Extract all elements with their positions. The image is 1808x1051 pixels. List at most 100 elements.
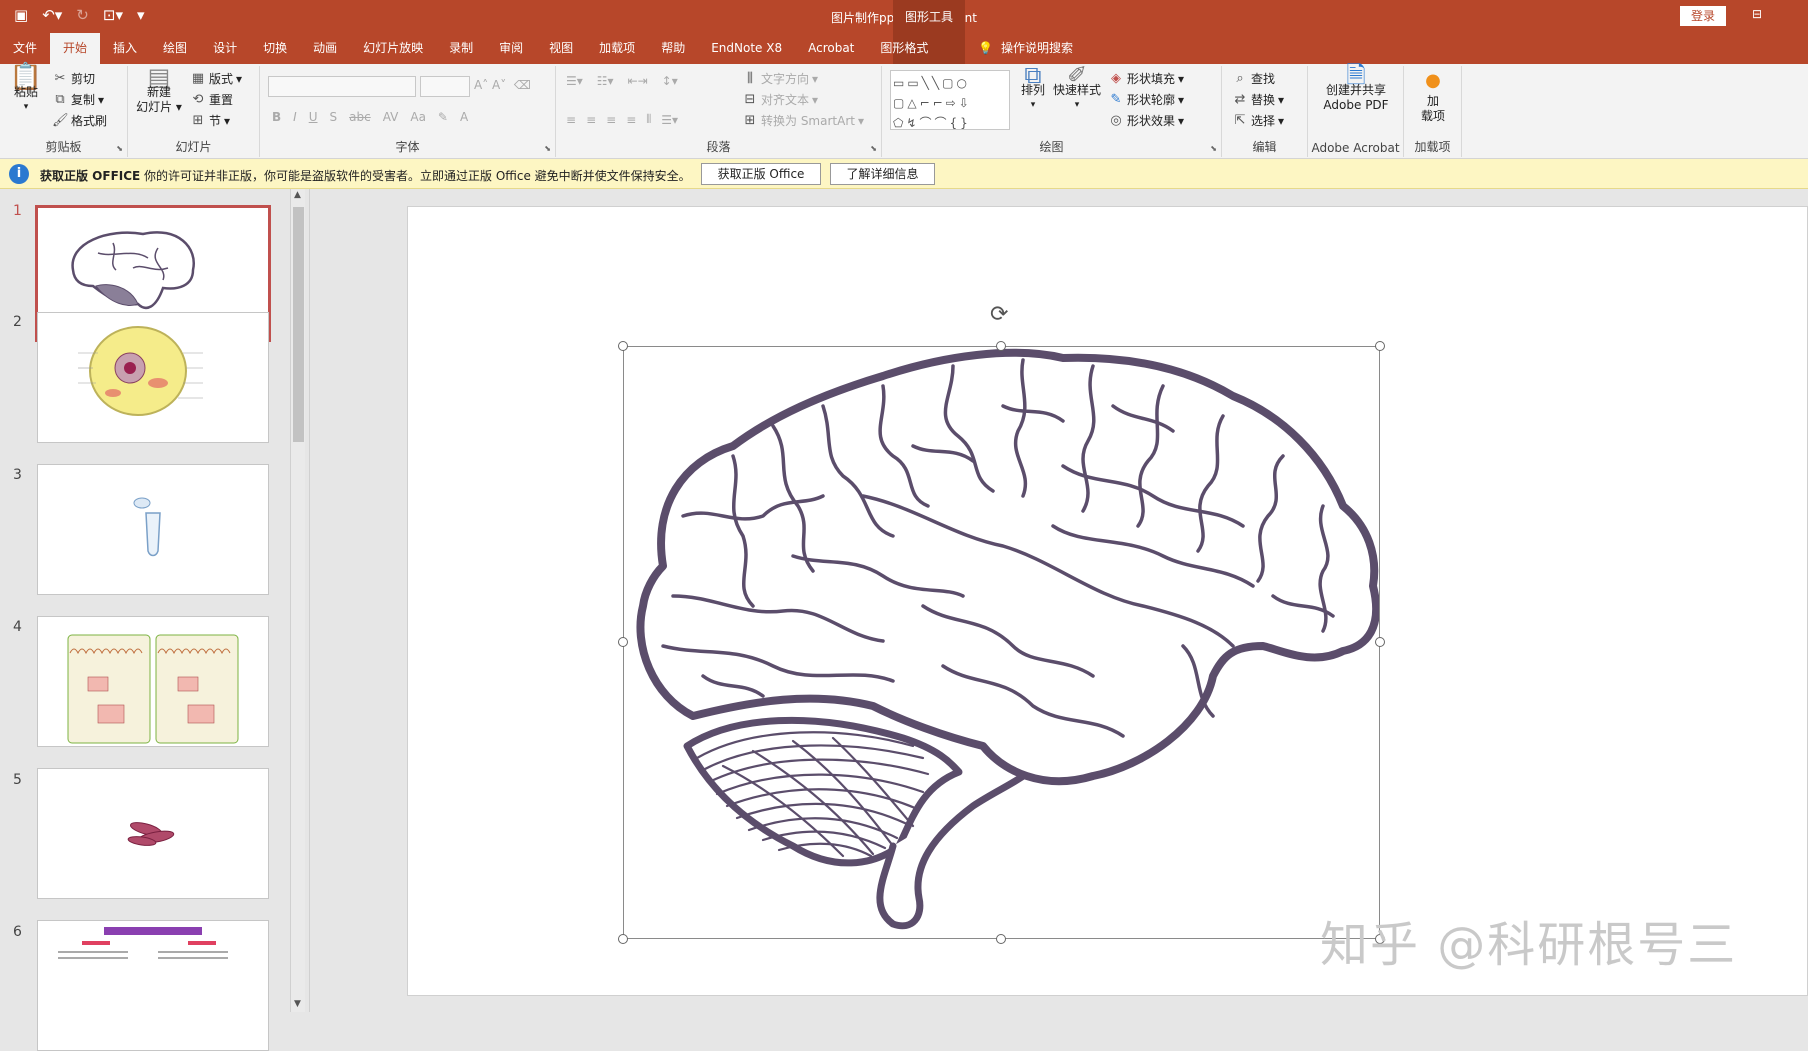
tab-15[interactable]: 图形格式 xyxy=(867,33,941,64)
slide-thumbnail-5[interactable] xyxy=(37,768,269,899)
font-name-combo[interactable] xyxy=(268,76,416,97)
align-text-button[interactable]: ⊟ 对齐文本 ▾ xyxy=(742,91,819,108)
text-direction-button[interactable]: ⫼ 文字方向 ▾ xyxy=(742,70,818,87)
bullets-icon[interactable]: ☰▾ xyxy=(566,74,583,88)
font-size-buttons[interactable]: A˄ A˅ ⌫ xyxy=(474,78,531,92)
rotate-handle-icon[interactable]: ⟳ xyxy=(990,302,1008,327)
learn-more-button[interactable]: 了解详细信息 xyxy=(830,163,935,185)
format-painter-button[interactable]: 🖌 格式刷 xyxy=(52,112,107,129)
tab-11[interactable]: 加载项 xyxy=(586,33,648,64)
slide-thumbnail-2[interactable] xyxy=(37,312,269,443)
resize-handle[interactable] xyxy=(996,341,1006,351)
watermark: 知乎 @科研根号三 xyxy=(1320,917,1738,973)
resize-handle[interactable] xyxy=(1375,341,1385,351)
addins-button[interactable]: ● 加 载项 xyxy=(1412,68,1454,124)
tab-4[interactable]: 设计 xyxy=(200,33,250,64)
tab-12[interactable]: 帮助 xyxy=(648,33,698,64)
shape-fill-button[interactable]: ◈ 形状填充 ▾ xyxy=(1108,70,1184,87)
slide-thumbnail-4[interactable] xyxy=(37,616,269,747)
copy-button[interactable]: ⧉ 复制 ▾ xyxy=(52,91,104,108)
justify-icon[interactable]: ≡ xyxy=(626,113,636,127)
clipboard-label: 剪贴板 xyxy=(45,140,82,154)
columns-icon[interactable]: ⫴ xyxy=(646,112,651,127)
shape-effects-button[interactable]: ◎ 形状效果 ▾ xyxy=(1108,112,1184,129)
resize-handle[interactable] xyxy=(996,934,1006,944)
font-size-combo[interactable] xyxy=(420,76,470,97)
tab-3[interactable]: 绘图 xyxy=(150,33,200,64)
smartart-button[interactable]: ⊞ 转换为 SmartArt ▾ xyxy=(742,112,864,129)
shadow-button[interactable]: S xyxy=(330,110,338,124)
tab-7[interactable]: 幻灯片放映 xyxy=(350,33,436,64)
shapes-gallery[interactable]: ▭▭╲╲▢○ ▢△⌐⌐⇨⇩ ⬠↯⌒⌒{} xyxy=(890,70,1010,130)
bold-button[interactable]: B xyxy=(272,110,281,124)
slide-number: 5 xyxy=(13,772,22,788)
quick-styles-button[interactable]: ✐ 快速样式 ▾ xyxy=(1052,63,1102,113)
scroll-up-icon[interactable]: ▲ xyxy=(294,190,301,200)
pane-divider[interactable] xyxy=(309,189,310,1012)
strike-button[interactable]: abc xyxy=(349,110,371,124)
thumbnail-scrollbar[interactable]: ▲ ▼ xyxy=(290,189,305,1012)
italic-button[interactable]: I xyxy=(293,110,297,124)
tab-5[interactable]: 切换 xyxy=(250,33,300,64)
scrollbar-thumb[interactable] xyxy=(293,207,304,442)
editing-group: ⌕ 查找 ⇄ 替换 ▾ ⇱ 选择 ▾ 编辑 xyxy=(1222,66,1308,157)
dialog-launcher-icon[interactable]: ⬊ xyxy=(544,144,551,153)
select-button[interactable]: ⇱ 选择 ▾ xyxy=(1232,112,1285,129)
slide-thumbnail-6[interactable] xyxy=(37,920,269,1051)
layout-button[interactable]: ▦ 版式 ▾ xyxy=(190,70,242,87)
resize-handle[interactable] xyxy=(1375,637,1385,647)
tab-9[interactable]: 审阅 xyxy=(486,33,536,64)
scroll-down-icon[interactable]: ▼ xyxy=(294,999,301,1009)
cut-button[interactable]: ✂ 剪切 xyxy=(52,70,95,87)
shape-outline-button[interactable]: ✎ 形状轮廓 ▾ xyxy=(1108,91,1185,108)
underline-button[interactable]: U xyxy=(309,110,318,124)
text-slide-thumbnail xyxy=(58,927,228,959)
brush-icon: 🖌 xyxy=(52,112,69,128)
addins-group: ● 加 载项 加载项 xyxy=(1404,66,1462,157)
login-button[interactable]: 登录 xyxy=(1680,6,1726,26)
spacing-button[interactable]: AV xyxy=(383,110,399,124)
resize-handle[interactable] xyxy=(618,341,628,351)
tab-6[interactable]: 动画 xyxy=(300,33,350,64)
resize-handle[interactable] xyxy=(618,637,628,647)
section-button[interactable]: ⊞ 节 ▾ xyxy=(190,112,231,129)
font-color-button[interactable]: A xyxy=(460,110,468,124)
clipboard-group: 📋 粘贴 ▾ ✂ 剪切 ⧉ 复制 ▾ 🖌 格式刷 剪贴板 ⬊ xyxy=(0,64,128,157)
slide-thumbnail-3[interactable] xyxy=(37,464,269,595)
columns-menu-icon[interactable]: ☰▾ xyxy=(661,113,678,127)
dialog-launcher-icon[interactable]: ⬊ xyxy=(116,144,123,153)
dialog-launcher-icon[interactable]: ⬊ xyxy=(870,144,877,153)
tab-2[interactable]: 插入 xyxy=(100,33,150,64)
tab-13[interactable]: EndNote X8 xyxy=(698,33,795,64)
get-genuine-button[interactable]: 获取正版 Office xyxy=(701,163,821,185)
create-pdf-button[interactable]: 🗎 创建并共享 Adobe PDF xyxy=(1312,63,1400,113)
ribbon-display-icon[interactable]: ⊟ xyxy=(1752,7,1762,21)
dialog-launcher-icon[interactable]: ⬊ xyxy=(1210,144,1217,153)
align-right-icon[interactable]: ≡ xyxy=(606,113,616,127)
numbering-icon[interactable]: ☷▾ xyxy=(597,74,614,88)
indent-icon[interactable]: ⇤⇥ xyxy=(628,74,648,88)
layout-icon: ▦ xyxy=(191,70,205,86)
tab-8[interactable]: 录制 xyxy=(436,33,486,64)
search-icon: ⌕ xyxy=(1236,70,1244,86)
reset-button[interactable]: ⟲ 重置 xyxy=(190,91,233,108)
line-spacing-icon[interactable]: ↕▾ xyxy=(662,74,678,88)
highlight-icon[interactable]: ✎ xyxy=(438,110,448,124)
replace-button[interactable]: ⇄ 替换 ▾ xyxy=(1232,91,1285,108)
paste-button[interactable]: 📋 粘贴 ▾ xyxy=(8,64,44,115)
find-button[interactable]: ⌕ 查找 xyxy=(1232,70,1275,87)
tab-10[interactable]: 视图 xyxy=(536,33,586,64)
slide-number: 2 xyxy=(13,314,22,330)
new-slide-button[interactable]: ▤ 新建 幻灯片 ▾ xyxy=(136,65,182,115)
case-button[interactable]: Aa xyxy=(410,110,426,124)
slides-label: 幻灯片 xyxy=(175,140,212,154)
addins-label: 加载项 xyxy=(1414,140,1451,154)
tab-14[interactable]: Acrobat xyxy=(795,33,867,64)
resize-handle[interactable] xyxy=(618,934,628,944)
tab-1[interactable]: 开始 xyxy=(50,33,101,64)
align-left-icon[interactable]: ≡ xyxy=(566,113,576,127)
align-center-icon[interactable]: ≡ xyxy=(586,113,596,127)
tell-me-search[interactable]: 💡 操作说明搜索 xyxy=(978,33,1073,64)
tab-0[interactable]: 文件 xyxy=(0,33,50,64)
arrange-button[interactable]: ⧉ 排列 ▾ xyxy=(1016,63,1050,113)
